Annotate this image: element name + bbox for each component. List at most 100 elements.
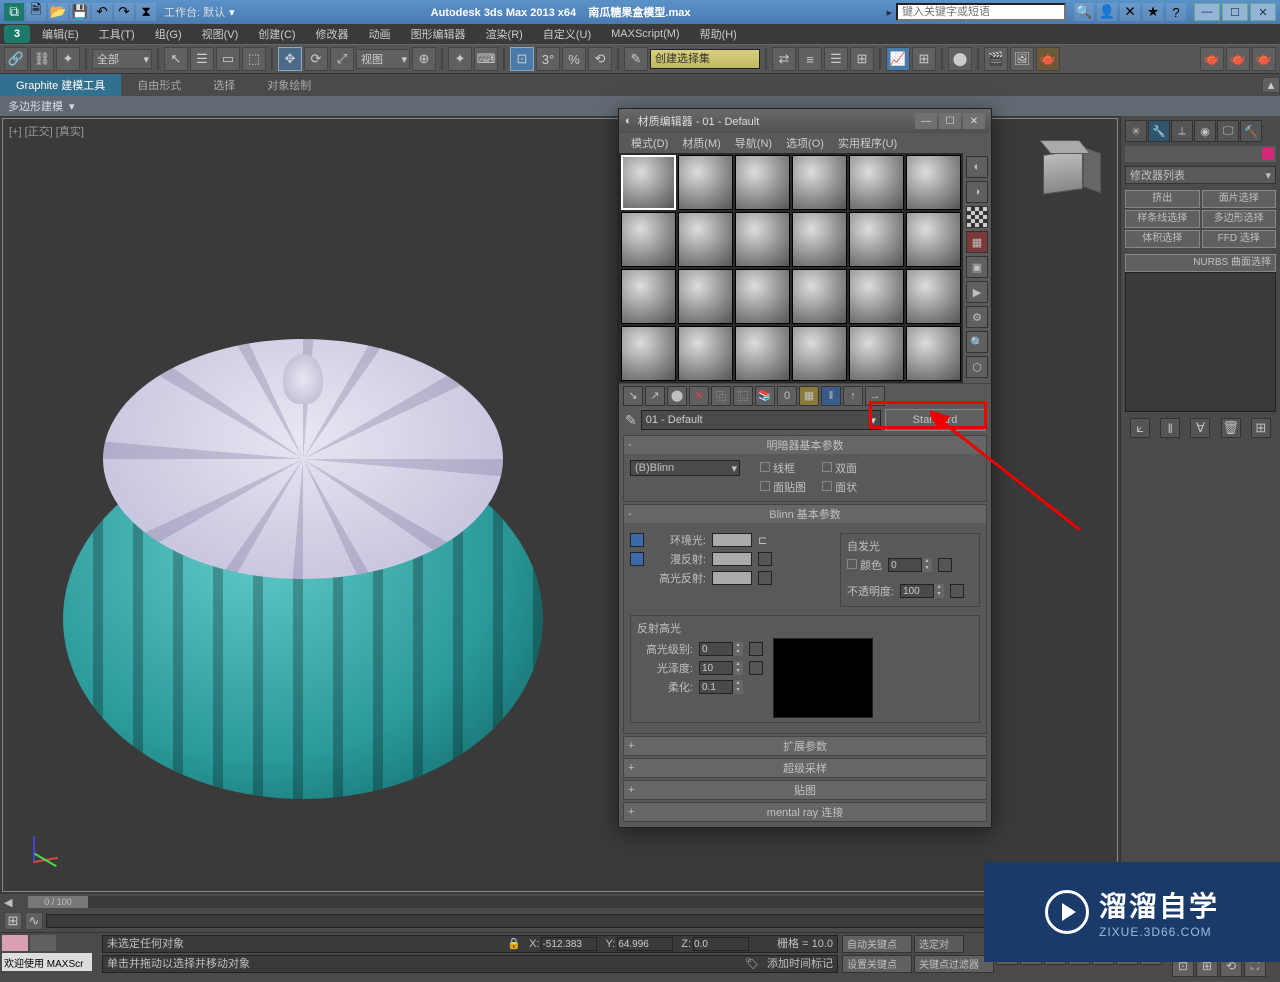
signin-icon[interactable]: 👤: [1097, 3, 1117, 21]
menu-create[interactable]: 创建(C): [250, 24, 303, 44]
ribbon-tab-freeform[interactable]: 自由形式: [121, 74, 197, 96]
render-setup-icon[interactable]: 🎬: [984, 47, 1008, 71]
menu-tools[interactable]: 工具(T): [91, 24, 143, 44]
mtl-map-nav-icon[interactable]: ⬡: [966, 356, 988, 378]
motion-tab-icon[interactable]: ◉: [1194, 120, 1216, 142]
time-thumb[interactable]: 0 / 100: [28, 896, 88, 908]
percent-snap-icon[interactable]: %: [562, 47, 586, 71]
modbtn-patchsel[interactable]: 面片选择: [1202, 190, 1277, 208]
lock-ambient-icon[interactable]: [630, 533, 644, 547]
modify-tab-icon[interactable]: 🔧: [1148, 120, 1170, 142]
remove-mod-icon[interactable]: 🗑: [1221, 418, 1241, 438]
material-slot[interactable]: [906, 326, 961, 381]
material-slot[interactable]: [792, 212, 847, 267]
ribbon-tab-graphite[interactable]: Graphite 建模工具: [0, 74, 121, 96]
menu-rendering[interactable]: 渲染(R): [478, 24, 531, 44]
object-color-swatch[interactable]: [1262, 148, 1274, 160]
twosided-checkbox[interactable]: 双面: [822, 460, 857, 476]
sample-type-icon[interactable]: ◐: [966, 156, 988, 178]
hierarchy-tab-icon[interactable]: ⟂: [1171, 120, 1193, 142]
named-sel-edit-icon[interactable]: ✎: [624, 47, 648, 71]
material-slot[interactable]: [678, 326, 733, 381]
coord-z-input[interactable]: [693, 937, 749, 951]
pin-stack-icon[interactable]: ⟀: [1130, 418, 1150, 438]
redo-icon[interactable]: ↷: [114, 3, 134, 21]
menu-maxscript[interactable]: MAXScript(M): [603, 26, 687, 42]
render-icon[interactable]: 🫖: [1036, 47, 1060, 71]
teapot1-icon[interactable]: 🫖: [1200, 47, 1224, 71]
me-close-button[interactable]: ✕: [963, 113, 985, 129]
modifier-stack[interactable]: [1125, 272, 1276, 412]
material-type-button[interactable]: Standard: [885, 409, 985, 431]
background-icon[interactable]: [966, 206, 988, 228]
me-menu-mode[interactable]: 模式(D): [625, 133, 674, 153]
keymode-icon[interactable]: ⌨: [474, 47, 498, 71]
menu-animation[interactable]: 动画: [361, 24, 399, 44]
material-slot[interactable]: [792, 326, 847, 381]
diffuse-map-button[interactable]: [758, 552, 772, 566]
backlight-icon[interactable]: ◑: [966, 181, 988, 203]
unique-icon[interactable]: ∀: [1190, 418, 1210, 438]
viewcube[interactable]: [1035, 140, 1095, 200]
go-forward-icon[interactable]: →: [865, 386, 885, 406]
modbtn-splinesel[interactable]: 样条线选择: [1125, 210, 1200, 228]
material-slot[interactable]: [678, 269, 733, 324]
close-button[interactable]: ✕: [1250, 3, 1276, 21]
make-unique-icon[interactable]: ⿺: [733, 386, 753, 406]
maximize-button[interactable]: ☐: [1222, 3, 1248, 21]
keyfilter-button[interactable]: 关键点过滤器: [914, 955, 994, 973]
selfillum-map-button[interactable]: [938, 558, 952, 572]
material-slot[interactable]: [678, 212, 733, 267]
script-rec-icon[interactable]: [2, 935, 28, 951]
time-tag-icon[interactable]: 🏷: [745, 956, 759, 972]
open-icon[interactable]: 📂: [48, 3, 68, 21]
script-open-icon[interactable]: [30, 935, 56, 951]
pick-icon[interactable]: ✎: [625, 412, 637, 429]
selected-dropdown[interactable]: 选定对: [914, 935, 964, 953]
rollout-supersample[interactable]: +超级采样: [623, 758, 987, 778]
menu-group[interactable]: 组(G): [147, 24, 190, 44]
snap-icon[interactable]: ⊡: [510, 47, 534, 71]
wire-checkbox[interactable]: 线框: [760, 460, 806, 476]
modbtn-volsel[interactable]: 体积选择: [1125, 230, 1200, 248]
go-parent-icon[interactable]: ↑: [843, 386, 863, 406]
link-icon[interactable]: 🔗: [4, 47, 28, 71]
show-map-icon[interactable]: ▦: [799, 386, 819, 406]
scale-icon[interactable]: ⤢: [330, 47, 354, 71]
mirror-icon[interactable]: ⇄: [772, 47, 796, 71]
material-slot[interactable]: [621, 326, 676, 381]
material-slot[interactable]: [621, 212, 676, 267]
menu-customize[interactable]: 自定义(U): [535, 24, 599, 44]
menu-help[interactable]: 帮助(H): [692, 24, 745, 44]
gloss-map-button[interactable]: [749, 661, 763, 675]
material-slot[interactable]: [735, 326, 790, 381]
selection-filter-dropdown[interactable]: 全部: [92, 49, 152, 69]
me-maximize-button[interactable]: ☐: [939, 113, 961, 129]
me-menu-utilities[interactable]: 实用程序(U): [832, 133, 903, 153]
coord-y-input[interactable]: [617, 937, 673, 951]
display-tab-icon[interactable]: 🖵: [1217, 120, 1239, 142]
menu-views[interactable]: 视图(V): [194, 24, 247, 44]
material-editor-titlebar[interactable]: ◐ 材质编辑器 - 01 - Default — ☐ ✕: [619, 109, 991, 133]
config-icon[interactable]: ⊞: [1251, 418, 1271, 438]
show-end-icon[interactable]: ‖: [1160, 418, 1180, 438]
lock-diffuse-icon[interactable]: [630, 552, 644, 566]
select-rect-icon[interactable]: ▭: [216, 47, 240, 71]
layers-icon[interactable]: ☰: [824, 47, 848, 71]
show-end-icon[interactable]: ‖: [821, 386, 841, 406]
me-menu-material[interactable]: 材质(M): [676, 133, 727, 153]
angle-snap-icon[interactable]: 3°: [536, 47, 560, 71]
ribbon-tab-selection[interactable]: 选择: [197, 74, 251, 96]
rollout-blinn-head[interactable]: -Blinn 基本参数: [624, 505, 986, 523]
app-icon[interactable]: 3: [4, 25, 30, 43]
coord-x-input[interactable]: [541, 937, 597, 951]
pivot-icon[interactable]: ⊕: [412, 47, 436, 71]
align-icon[interactable]: ≡: [798, 47, 822, 71]
shader-dropdown[interactable]: (B)Blinn: [630, 460, 740, 476]
rollout-maps[interactable]: +贴图: [623, 780, 987, 800]
add-time-tag[interactable]: 添加时间标记: [767, 956, 833, 972]
mat-id-icon[interactable]: 0: [777, 386, 797, 406]
lock-icon[interactable]: ⊏: [758, 534, 767, 547]
facemap-checkbox[interactable]: 面贴图: [760, 479, 806, 495]
favorites-icon[interactable]: ★: [1143, 3, 1163, 21]
